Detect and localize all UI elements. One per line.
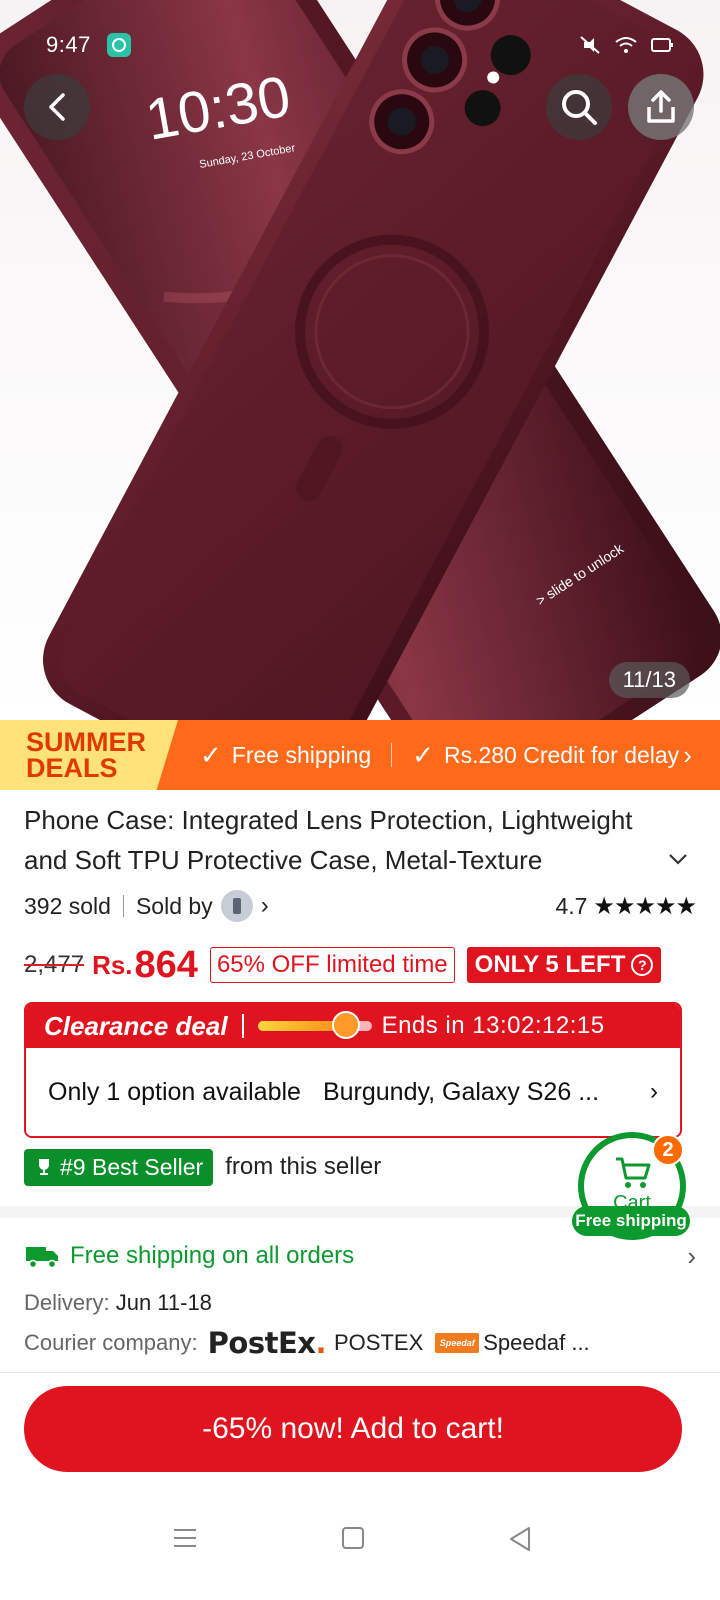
best-seller-row[interactable]: #9 Best Seller from this seller — [24, 1148, 381, 1186]
cart-free-shipping-tag: Free shipping — [572, 1206, 690, 1236]
check-icon: ✓ — [200, 739, 222, 770]
chevron-right-icon: › — [687, 1240, 696, 1271]
selected-variant: Burgundy, Galaxy S26 ... — [322, 1077, 600, 1106]
stock-badge-label: ONLY 5 LEFT — [474, 951, 626, 978]
check-icon: ✓ — [412, 739, 434, 770]
best-seller-suffix: from this seller — [225, 1153, 382, 1180]
option-availability: Only 1 option available — [48, 1077, 301, 1106]
countdown-timer: Ends in 13:02:12:15 — [381, 1012, 605, 1039]
clock-icon — [332, 1011, 361, 1039]
delivery-label: Delivery: — [24, 1290, 110, 1315]
chevron-right-icon: › — [650, 1078, 658, 1105]
status-bar: 9:47 — [46, 30, 674, 60]
original-price: 2,477 — [24, 951, 85, 978]
promo-delay-credit-label: Rs.280 Credit for delay — [443, 741, 680, 768]
promo-divider — [391, 743, 393, 767]
back-arrow-icon — [49, 93, 65, 121]
clearance-divider — [241, 1014, 244, 1038]
chevron-right-icon: › — [683, 739, 692, 770]
cart-count-badge: 2 — [652, 1134, 684, 1166]
product-image-gallery[interactable]: 10:30 Sunday, 23 October > slide to unlo… — [0, 0, 720, 720]
deals-line-1: SUMMER — [26, 727, 146, 757]
best-seller-badge: #9 Best Seller — [24, 1148, 214, 1186]
battery-icon — [651, 38, 673, 52]
bottom-divider — [0, 1372, 720, 1373]
share-button[interactable] — [628, 74, 694, 140]
clearance-title: Clearance deal — [44, 1010, 228, 1041]
sales-meta-row: 392 sold Sold by › 4.7 ★★★★★ — [24, 888, 697, 924]
rating-stars: ★★★★★ — [593, 892, 697, 920]
add-to-cart-button[interactable]: -65% now! Add to cart! — [24, 1386, 682, 1472]
option-selector[interactable]: Only 1 option available Burgundy, Galaxy… — [26, 1048, 680, 1136]
postex-logo: PostEx. — [207, 1326, 327, 1360]
price-row: 2,477 Rs. 864 65% OFF limited time ONLY … — [24, 940, 704, 990]
help-icon: ? — [631, 954, 654, 976]
free-shipping-row[interactable]: Free shipping on all orders › — [24, 1236, 696, 1276]
stock-badge[interactable]: ONLY 5 LEFT ? — [466, 947, 662, 983]
speedaf-logo: Speedaf — [435, 1333, 480, 1353]
clearance-header: Clearance deal Ends in 13:02:12:15 — [26, 1004, 680, 1048]
notification-app-icon — [106, 33, 131, 57]
chevron-right-icon[interactable]: › — [261, 892, 269, 920]
home-icon[interactable] — [341, 1526, 365, 1550]
back-button[interactable] — [24, 74, 90, 140]
rating-value: 4.7 — [555, 892, 588, 919]
best-seller-label: #9 Best Seller — [60, 1153, 204, 1180]
sale-price: 864 — [134, 943, 198, 986]
summer-deals-banner[interactable]: SUMMER DEALS ✓ Free shipping ✓ Rs.280 Cr… — [0, 720, 720, 790]
back-nav-icon[interactable] — [508, 1526, 532, 1552]
share-icon — [647, 90, 675, 123]
promo-free-shipping: ✓ Free shipping — [200, 740, 371, 771]
courier-postex: POSTEX — [334, 1330, 424, 1355]
courier-label: Courier company: — [24, 1330, 198, 1355]
trophy-icon — [39, 1159, 49, 1175]
clearance-progress-bar — [257, 1011, 372, 1039]
delivery-estimate: Delivery: Jun 11-18 — [24, 1290, 212, 1316]
delivery-dates: Jun 11-18 — [115, 1290, 212, 1315]
courier-speedaf: Speedaf ... — [483, 1330, 590, 1355]
discount-badge: 65% OFF limited time — [209, 947, 455, 983]
cart-icon — [616, 1157, 651, 1188]
mute-vibrate-icon — [580, 36, 600, 54]
delivery-truck-icon — [26, 1247, 58, 1269]
clearance-deal-panel[interactable]: Clearance deal Ends in 13:02:12:15 Only … — [24, 1002, 682, 1138]
system-navigation-bar — [0, 1490, 720, 1600]
meta-divider — [122, 895, 124, 917]
seller-avatar[interactable] — [220, 890, 253, 922]
search-icon — [562, 90, 597, 125]
expand-title-chevron-icon[interactable] — [668, 852, 688, 866]
sold-by-label[interactable]: Sold by — [136, 893, 213, 920]
product-title: Phone Case: Integrated Lens Protection, … — [24, 805, 633, 875]
promo-free-shipping-label: Free shipping — [231, 741, 372, 768]
search-button[interactable] — [546, 74, 612, 140]
summer-deals-logo: SUMMER DEALS — [0, 720, 178, 790]
promo-delay-credit: ✓ Rs.280 Credit for delay — [412, 740, 679, 771]
wifi-icon — [615, 37, 637, 53]
free-shipping-headline: Free shipping on all orders — [70, 1242, 355, 1269]
sold-count: 392 sold — [24, 892, 111, 919]
status-time: 9:47 — [46, 32, 91, 57]
menu-icon[interactable] — [172, 1526, 198, 1550]
deals-line-2: DEALS — [26, 753, 118, 783]
product-photo: 10:30 Sunday, 23 October > slide to unlo… — [0, 0, 720, 720]
seller-logo-icon — [232, 898, 241, 914]
rating[interactable]: 4.7 ★★★★★ — [555, 892, 697, 921]
currency-symbol: Rs. — [92, 949, 133, 980]
image-counter: 11/13 — [608, 662, 690, 698]
courier-row: Courier company: PostEx. POSTEX Speedaf … — [24, 1325, 590, 1361]
